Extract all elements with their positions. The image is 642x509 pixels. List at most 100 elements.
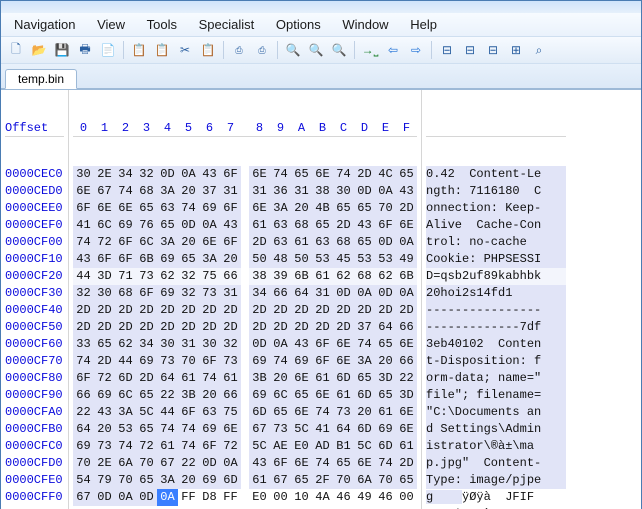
hex-byte[interactable]: 2D xyxy=(396,302,417,319)
find-icon[interactable]: 🔍 xyxy=(283,40,303,60)
hex-byte[interactable]: 3B xyxy=(249,370,270,387)
hex-byte[interactable]: 65 xyxy=(333,200,354,217)
hex-byte[interactable]: 71 xyxy=(115,268,136,285)
hex-byte[interactable]: 2D xyxy=(199,319,220,336)
hex-row[interactable]: 302E34320D0A436F6E74656E742D4C65 xyxy=(73,166,417,183)
hex-byte[interactable]: 68 xyxy=(115,285,136,302)
hex-byte[interactable]: 5C xyxy=(136,404,157,421)
hex-byte[interactable]: 73 xyxy=(94,438,115,455)
hex-byte[interactable]: 50 xyxy=(249,251,270,268)
hex-byte[interactable]: 0D xyxy=(375,285,396,302)
hex-byte[interactable]: 69 xyxy=(291,353,312,370)
hex-byte[interactable]: 6E xyxy=(115,200,136,217)
menu-options[interactable]: Options xyxy=(267,15,330,34)
hex-byte[interactable]: 73 xyxy=(157,353,178,370)
hex-byte[interactable]: 66 xyxy=(220,268,241,285)
hex-row[interactable]: 702E6A7067220D0A436F6E74656E742D xyxy=(73,455,417,472)
hex-byte[interactable]: 74 xyxy=(333,166,354,183)
hex-byte[interactable]: 22 xyxy=(178,455,199,472)
hex-byte[interactable]: 6E xyxy=(312,387,333,404)
hex-byte[interactable]: 6E xyxy=(312,166,333,183)
hex-byte[interactable]: 31 xyxy=(220,285,241,302)
hex-byte[interactable]: 38 xyxy=(312,183,333,200)
disk3-icon[interactable]: ⊟ xyxy=(483,40,503,60)
hex-byte[interactable]: 2D xyxy=(94,319,115,336)
hex-byte[interactable]: 74 xyxy=(354,336,375,353)
hex-byte[interactable]: 6F xyxy=(136,285,157,302)
hex-byte[interactable]: 32 xyxy=(178,268,199,285)
hex-byte[interactable]: FF xyxy=(220,489,241,506)
hex-byte[interactable]: 65 xyxy=(291,166,312,183)
hex-byte[interactable]: 2D xyxy=(333,217,354,234)
hex-byte[interactable]: 49 xyxy=(396,251,417,268)
hex-byte[interactable]: 2D xyxy=(333,319,354,336)
hex-byte[interactable]: 70 xyxy=(73,455,94,472)
hex-byte[interactable]: 6F xyxy=(199,438,220,455)
hex-byte[interactable]: 2D xyxy=(396,200,417,217)
hex-byte[interactable]: 53 xyxy=(375,251,396,268)
hex-byte[interactable]: 0A xyxy=(157,489,178,506)
hex-byte[interactable]: 2D xyxy=(354,302,375,319)
hex-byte[interactable]: 5C xyxy=(249,438,270,455)
hex-byte[interactable]: 53 xyxy=(115,421,136,438)
hex-byte[interactable]: 73 xyxy=(333,404,354,421)
hex-byte[interactable]: 2D xyxy=(136,370,157,387)
hex-byte[interactable]: 30 xyxy=(199,336,220,353)
hex-byte[interactable]: 2F xyxy=(312,472,333,489)
hex-byte[interactable]: 65 xyxy=(312,217,333,234)
hex-byte[interactable]: 43 xyxy=(396,183,417,200)
hex-byte[interactable]: 3A xyxy=(270,200,291,217)
hex-byte[interactable]: 75 xyxy=(199,268,220,285)
hex-row[interactable]: 443D71736232756638396B616268626B xyxy=(73,268,417,285)
props-icon[interactable]: 📄 xyxy=(98,40,118,60)
hex-byte[interactable]: 2D xyxy=(354,166,375,183)
hex-byte[interactable]: 61 xyxy=(333,387,354,404)
menu-tools[interactable]: Tools xyxy=(138,15,186,34)
hex-byte[interactable]: 74 xyxy=(312,455,333,472)
hex-byte[interactable]: 69 xyxy=(136,353,157,370)
hex1-icon[interactable]: ⎙ xyxy=(229,40,249,60)
menu-help[interactable]: Help xyxy=(401,15,446,34)
hex-byte[interactable]: 70 xyxy=(375,472,396,489)
ascii-row[interactable]: t-Disposition: f xyxy=(426,353,566,370)
hex-byte[interactable]: 68 xyxy=(333,234,354,251)
hex-byte[interactable]: 30 xyxy=(157,336,178,353)
hex-byte[interactable]: 2D xyxy=(333,302,354,319)
hex-byte[interactable]: 31 xyxy=(249,183,270,200)
hex-row[interactable]: 436F6F6B69653A205048505345535349 xyxy=(73,251,417,268)
hex-byte[interactable]: 6D xyxy=(333,370,354,387)
ascii-row[interactable]: "C:\Documents an xyxy=(426,404,566,421)
menu-view[interactable]: View xyxy=(88,15,134,34)
hex-byte[interactable]: 2D xyxy=(136,319,157,336)
hex-byte[interactable]: 5C xyxy=(291,421,312,438)
hex-byte[interactable]: 61 xyxy=(375,404,396,421)
hex-byte[interactable]: 70 xyxy=(333,472,354,489)
hex-byte[interactable]: 62 xyxy=(375,268,396,285)
hex-byte[interactable]: 69 xyxy=(157,251,178,268)
hex-byte[interactable]: 6F xyxy=(375,217,396,234)
hex-byte[interactable]: 6F xyxy=(73,370,94,387)
hex-byte[interactable]: 6D xyxy=(354,421,375,438)
hex-byte[interactable]: 2D xyxy=(249,302,270,319)
ascii-row[interactable]: 3eb40102 Conten xyxy=(426,336,566,353)
find-next-icon[interactable]: 🔍 xyxy=(329,40,349,60)
hex-byte[interactable]: 2D xyxy=(270,319,291,336)
hex-byte[interactable]: 6A xyxy=(115,455,136,472)
ascii-row[interactable]: ---------------- xyxy=(426,302,566,319)
hex-row[interactable]: 642053657474696E67735C41646D696E xyxy=(73,421,417,438)
paste2-icon[interactable]: 📋 xyxy=(198,40,218,60)
ascii-row[interactable]: orm-data; name=" xyxy=(426,370,566,387)
hex-byte[interactable]: 6D xyxy=(220,472,241,489)
hex-byte[interactable]: 53 xyxy=(312,251,333,268)
hex-byte[interactable]: 65 xyxy=(291,387,312,404)
hex-byte[interactable]: 0D xyxy=(249,336,270,353)
hex-byte[interactable]: 3A xyxy=(157,472,178,489)
hex-byte[interactable]: 32 xyxy=(136,166,157,183)
hex-byte[interactable]: 66 xyxy=(396,319,417,336)
hex-byte[interactable]: 6F xyxy=(220,166,241,183)
hex-byte[interactable]: 74 xyxy=(375,455,396,472)
hex-byte[interactable]: 3D xyxy=(375,370,396,387)
hex-byte[interactable]: 64 xyxy=(291,285,312,302)
hex-byte[interactable]: 2D xyxy=(73,319,94,336)
hex-byte[interactable]: 20 xyxy=(354,404,375,421)
